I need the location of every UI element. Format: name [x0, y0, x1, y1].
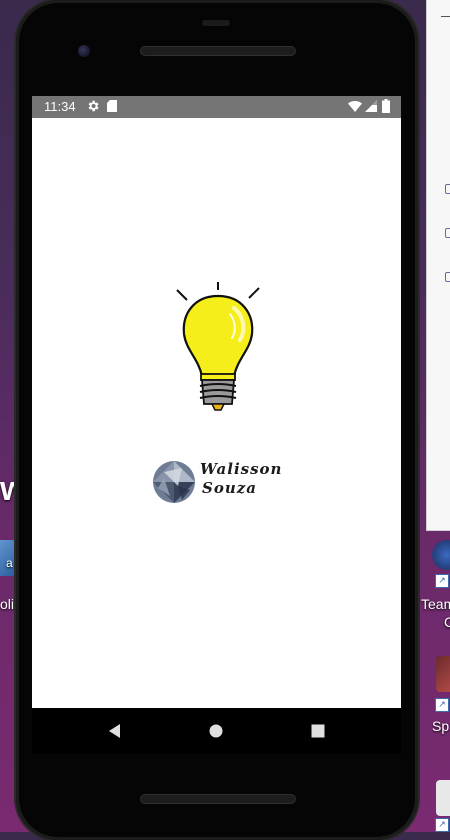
desktop-app-icon[interactable] — [436, 656, 450, 692]
back-button-icon[interactable] — [108, 724, 122, 738]
lightbulb-illustration — [176, 282, 260, 411]
recents-button-icon[interactable] — [311, 724, 325, 738]
brand-line-1: Walisson — [200, 460, 283, 478]
navigation-bar — [32, 708, 401, 754]
bottom-speaker-grille — [140, 794, 296, 804]
window-glyph-icon — [445, 272, 450, 282]
brand-wordmark: Walisson Souza — [200, 460, 296, 498]
shortcut-arrow-icon: ↗ — [435, 698, 449, 712]
desktop-label: Sp — [432, 718, 450, 734]
gear-icon — [88, 100, 99, 112]
desktop-label: C — [444, 614, 450, 630]
window-glyph-icon — [445, 228, 450, 238]
top-speaker-grille — [140, 46, 296, 56]
desktop-label: Team — [421, 596, 450, 612]
shortcut-arrow-icon: ↗ — [435, 818, 449, 832]
sd-card-icon — [107, 100, 117, 112]
signal-icon — [365, 100, 377, 112]
status-time: 11:34 — [44, 99, 76, 114]
polygon-emblem-icon — [153, 461, 195, 503]
brand-logo: Walisson Souza — [152, 458, 292, 508]
background-window — [426, 0, 450, 531]
app-splash-screen: Walisson Souza — [32, 118, 401, 708]
desktop-app-icon[interactable] — [436, 780, 450, 816]
earpiece — [202, 20, 230, 26]
brand-line-2: Souza — [202, 479, 257, 497]
window-minimize-icon — [441, 16, 450, 17]
shortcut-arrow-icon: ↗ — [435, 574, 449, 588]
home-button-icon[interactable] — [209, 724, 223, 738]
status-bar: 11:34 — [32, 96, 401, 118]
desktop-app-icon[interactable] — [432, 540, 450, 570]
battery-icon — [382, 99, 390, 113]
desktop-label: a — [6, 556, 13, 570]
front-camera — [78, 45, 90, 57]
wifi-icon — [348, 100, 362, 112]
window-glyph-icon — [445, 184, 450, 194]
